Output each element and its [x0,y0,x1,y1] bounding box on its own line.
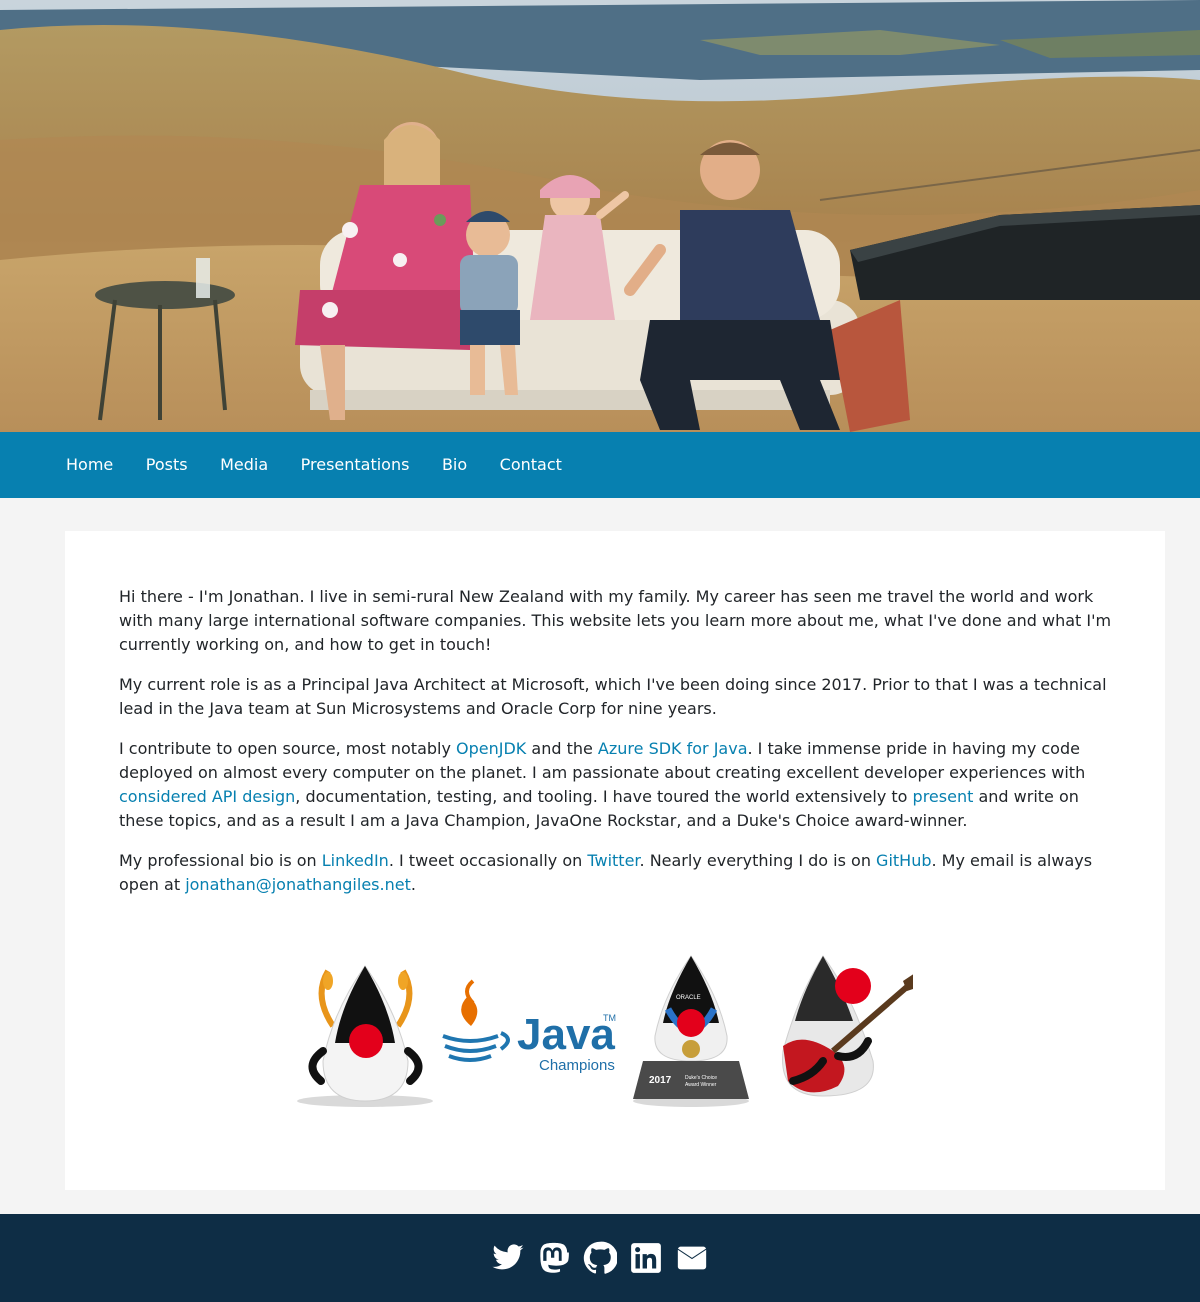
present-link[interactable]: present [913,787,974,806]
p4-text-5: . [410,875,416,894]
azure-sdk-link[interactable]: Azure SDK for Java [598,739,748,758]
p4-text-2: . I tweet occasionally on [388,851,588,870]
api-design-link[interactable]: considered API design [119,787,295,806]
email-icon[interactable] [674,1240,710,1276]
duke-laurel-badge [297,965,433,1107]
main-nav: Home Posts Media Presentations Bio Conta… [0,432,1200,498]
java-wordmark: Java [517,1010,615,1059]
twitter-icon[interactable] [490,1240,526,1276]
nav-posts[interactable]: Posts [146,432,188,498]
linkedin-icon[interactable] [628,1240,664,1276]
hero-image [0,0,1200,432]
p3-text-4: , documentation, testing, and tooling. I… [295,787,913,806]
email-link[interactable]: jonathan@jonathangiles.net [185,875,411,894]
p4-text-3: . Nearly everything I do is on [639,851,877,870]
intro-paragraph-3: I contribute to open source, most notabl… [119,737,1114,833]
twitter-link[interactable]: Twitter [587,851,639,870]
intro-paragraph-4: My professional bio is on LinkedIn. I tw… [119,849,1114,897]
rockstar-duke-badge [782,955,913,1097]
github-link[interactable]: GitHub [876,851,931,870]
p3-text-1: I contribute to open source, most notabl… [119,739,457,758]
nav-presentations[interactable]: Presentations [301,432,410,498]
java-tm: TM [603,1013,616,1023]
p4-text-1: My professional bio is on [119,851,322,870]
intro-text: Hi there - I'm Jonathan. I live in semi-… [119,585,1114,913]
nav-bio[interactable]: Bio [442,432,467,498]
mastodon-icon[interactable] [536,1240,572,1276]
nav-contact[interactable]: Contact [500,432,562,498]
badges-row: Java TM Champions ORACLE 2017 Duke's Cho… [297,955,913,1107]
intro-paragraph-2: My current role is as a Principal Java A… [119,675,1107,718]
award-line-1: Duke's Choice [685,1075,717,1081]
hero-banner [0,0,1200,432]
award-ribbon-text: ORACLE [676,995,701,1001]
nav-home[interactable]: Home [66,432,113,498]
nav-media[interactable]: Media [220,432,268,498]
footer [0,1214,1200,1302]
champions-word: Champions [539,1057,615,1074]
award-year: 2017 [649,1075,672,1086]
award-line-2: Award Winner [685,1082,717,1088]
linkedin-link[interactable]: LinkedIn [322,851,389,870]
p3-text-2: and the [526,739,598,758]
java-champions-logo: Java TM Champions [442,979,616,1074]
dukes-choice-award: ORACLE 2017 Duke's Choice Award Winner [633,955,749,1107]
content-card: Hi there - I'm Jonathan. I live in semi-… [65,531,1165,1190]
github-icon[interactable] [582,1240,618,1276]
openjdk-link[interactable]: OpenJDK [456,739,526,758]
intro-paragraph-1: Hi there - I'm Jonathan. I live in semi-… [119,587,1112,654]
